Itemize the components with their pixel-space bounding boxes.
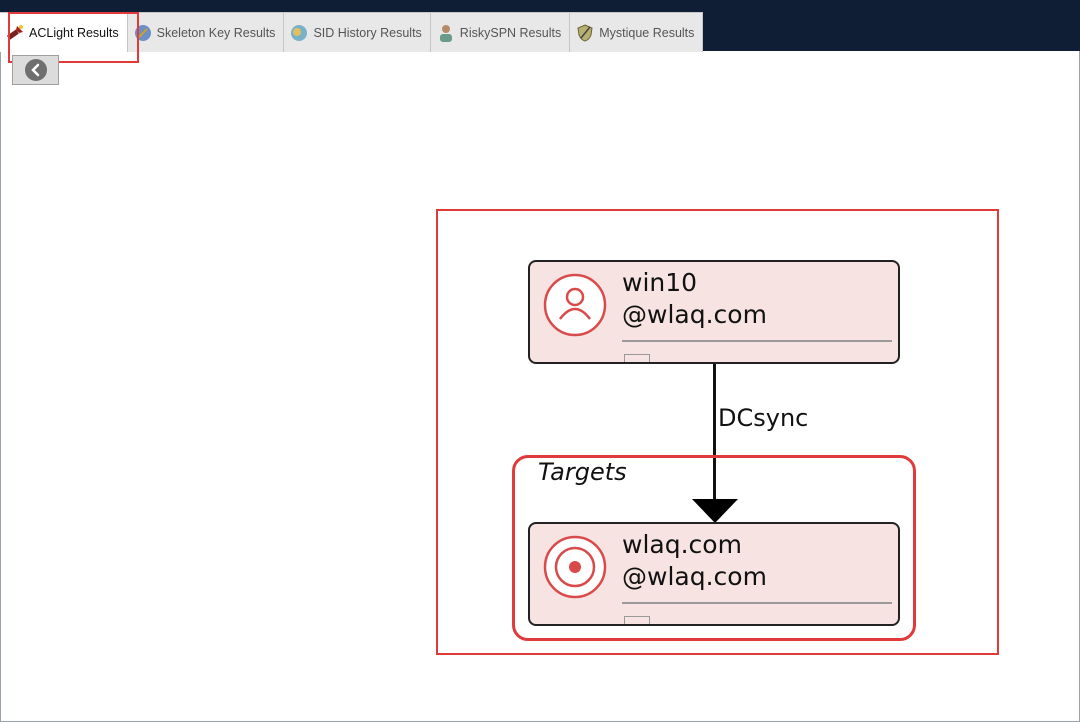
- tab-skeleton-key-results[interactable]: Skeleton Key Results: [127, 12, 285, 52]
- tab-label: Mystique Results: [599, 25, 695, 40]
- back-arrow-icon: [24, 59, 47, 81]
- node-separator: [622, 602, 892, 604]
- user-icon: [436, 23, 456, 43]
- tab-sid-history-results[interactable]: SID History Results: [284, 12, 431, 52]
- target-node[interactable]: wlaq.com @wlaq.com: [528, 522, 900, 626]
- node-domain: @wlaq.com: [622, 562, 767, 591]
- node-detail-partial: [624, 354, 650, 362]
- node-separator: [622, 340, 892, 342]
- node-name: wlaq.com: [622, 530, 742, 559]
- group-title: Targets: [538, 458, 627, 486]
- shield-icon: [575, 23, 595, 43]
- node-name: win10: [622, 268, 698, 297]
- key-globe-icon: [133, 23, 153, 43]
- tab-label: Skeleton Key Results: [156, 25, 276, 40]
- edge-label: DCsync: [718, 404, 809, 432]
- user-node-icon: [542, 272, 608, 338]
- tab-label: RiskySPN Results: [459, 25, 562, 40]
- tab-aclight-results[interactable]: ACLight Results: [0, 12, 128, 52]
- flashlight-icon: [5, 23, 25, 43]
- tab-riskyspn-results[interactable]: RiskySPN Results: [430, 12, 571, 52]
- sid-globe-icon: [289, 23, 309, 43]
- target-node-icon: [542, 534, 608, 600]
- node-domain: @wlaq.com: [622, 300, 767, 329]
- tab-mystique-results[interactable]: Mystique Results: [570, 12, 704, 52]
- results-tab-strip: ACLight Results Skeleton Key Results SID…: [0, 12, 704, 52]
- back-button[interactable]: [12, 55, 59, 85]
- tab-label: ACLight Results: [29, 25, 119, 40]
- node-detail-partial: [624, 616, 650, 624]
- source-node[interactable]: win10 @wlaq.com: [528, 260, 900, 364]
- tab-label: SID History Results: [313, 25, 422, 40]
